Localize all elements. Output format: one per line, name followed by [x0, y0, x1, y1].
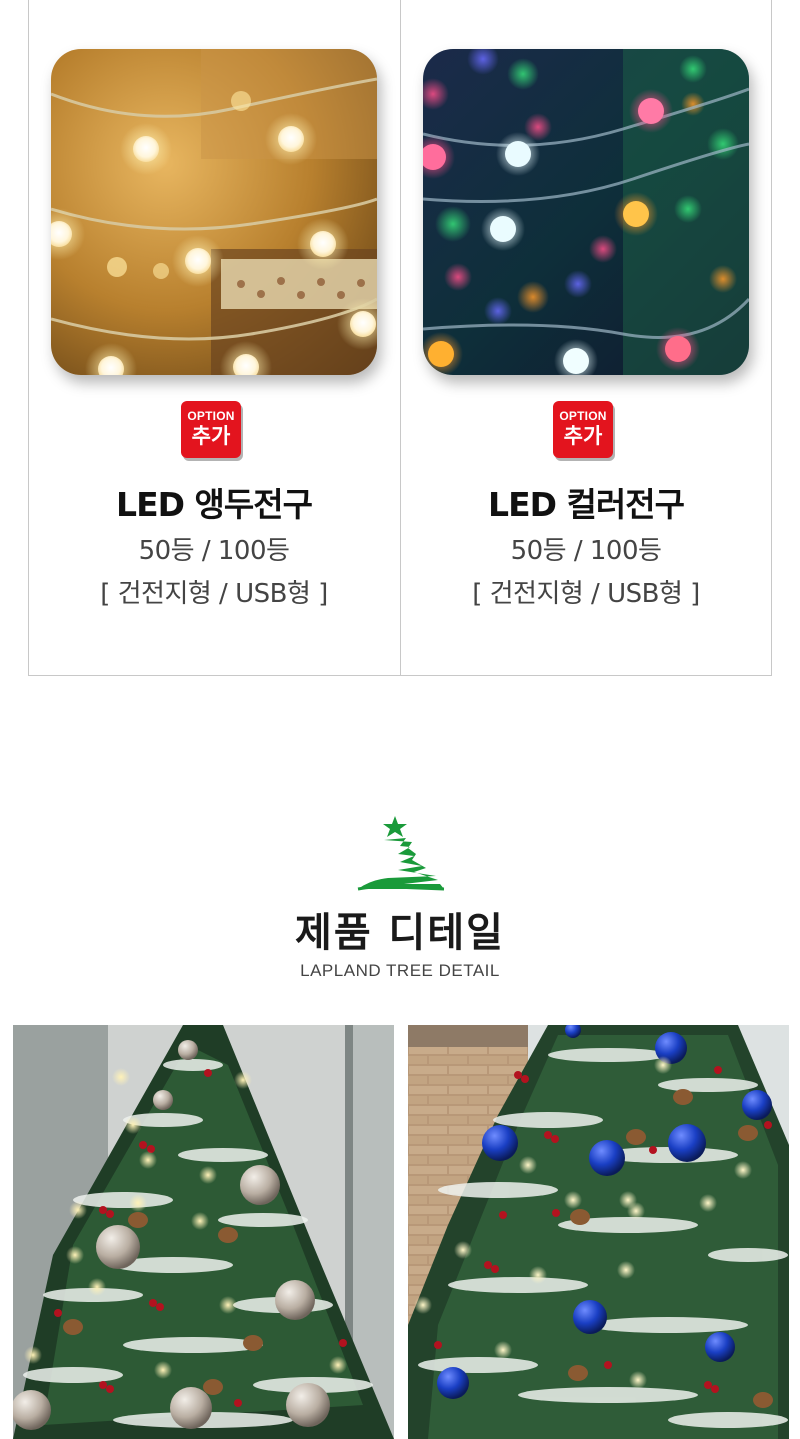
option-card-color-led[interactable]: OPTION 추가 LED 컬러전구 50등 / 100등 [ 건전지형 / U… [400, 0, 772, 676]
color-led-photo [423, 49, 749, 375]
option-card-warm-led[interactable]: OPTION 추가 LED 앵두전구 50등 / 100등 [ 건전지형 / U… [28, 0, 400, 676]
option-count: 50등 / 100등 [138, 536, 290, 566]
badge-option-text: OPTION [187, 409, 235, 423]
option-count: 50등 / 100등 [510, 536, 662, 566]
badge-option-text: OPTION [559, 409, 607, 423]
option-title: LED 앵두전구 [116, 485, 313, 524]
option-add-badge: OPTION 추가 [181, 401, 241, 458]
option-add-badge: OPTION 추가 [553, 401, 613, 458]
badge-add-text: 추가 [563, 424, 603, 448]
detail-photo-blue-tree [408, 1025, 789, 1439]
option-power-type: [ 건전지형 / USB형 ] [472, 579, 700, 609]
christmas-tree-icon [357, 816, 445, 891]
badge-add-text: 추가 [191, 424, 231, 448]
warm-led-photo [51, 49, 377, 375]
section-subtitle: LAPLAND TREE DETAIL [300, 961, 500, 980]
option-title: LED 컬러전구 [488, 485, 685, 524]
detail-photo-silver-tree [13, 1025, 394, 1439]
option-power-type: [ 건전지형 / USB형 ] [100, 579, 328, 609]
section-title: 제품 디테일 [295, 910, 505, 956]
